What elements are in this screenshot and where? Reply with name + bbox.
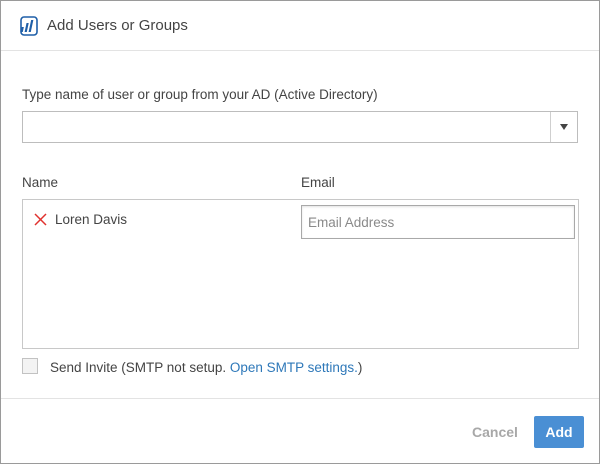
user-row: Loren Davis [23,200,578,244]
caret-down-icon [560,124,568,130]
remove-user-icon[interactable] [33,212,49,228]
send-invite-checkbox[interactable] [22,358,38,374]
cancel-button[interactable]: Cancel [464,417,526,447]
add-users-dialog: Add Users or Groups Type name of user or… [0,0,600,464]
send-invite-suffix: ) [357,360,363,375]
dialog-footer: Cancel Add [1,398,599,464]
send-invite-label: Send Invite (SMTP not setup. Open SMTP s… [50,360,362,375]
user-name: Loren Davis [55,212,128,227]
email-column-header: Email [301,175,335,190]
ad-search-combobox[interactable] [22,111,578,143]
send-invite-text: Send Invite (SMTP not setup. [50,360,230,375]
app-logo-icon [20,16,38,36]
email-field[interactable] [301,205,575,239]
add-button[interactable]: Add [534,416,584,448]
name-column-header: Name [22,175,59,190]
dropdown-toggle[interactable] [550,112,577,142]
dialog-header: Add Users or Groups [1,1,599,51]
selected-users-list: Loren Davis [22,199,579,349]
open-smtp-settings-link[interactable]: Open SMTP settings. [230,360,358,375]
ad-search-label: Type name of user or group from your AD … [22,87,378,102]
dialog-title: Add Users or Groups [47,17,188,34]
